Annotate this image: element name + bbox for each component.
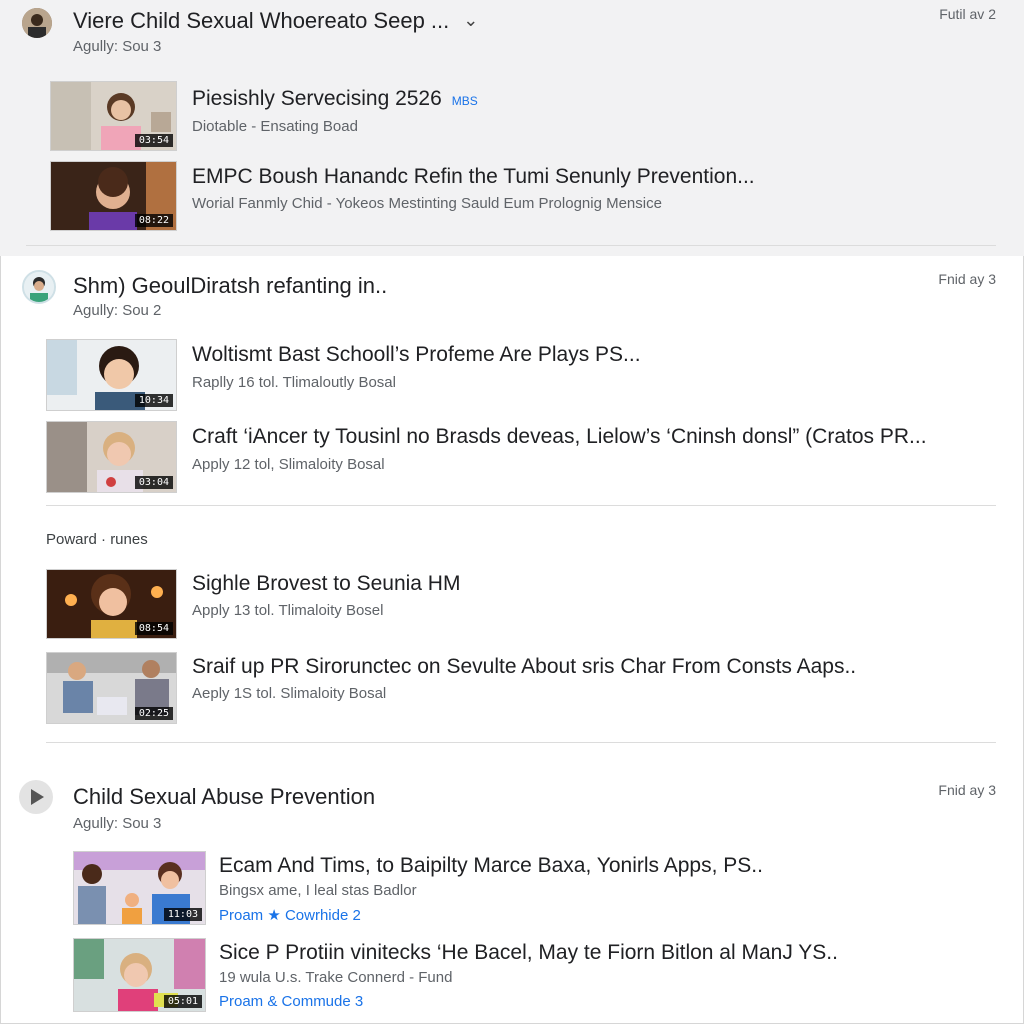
list-item[interactable]: 08:54 Sighle Brovest to Seunia HM Apply … (46, 569, 996, 641)
video-meta: Worial Fanmly Chid - Yokeos Mestinting S… (192, 195, 662, 212)
section-subtitle: Agully: Sou 3 (73, 815, 162, 832)
video-duration: 05:01 (163, 995, 202, 1008)
video-thumbnail[interactable]: 03:04 (46, 421, 177, 493)
video-badge: MBS (451, 94, 478, 108)
video-duration: 11:03 (163, 908, 202, 921)
divider (26, 245, 996, 246)
video-duration: 08:54 (134, 622, 173, 635)
video-thumbnail[interactable]: 11:03 (73, 851, 206, 925)
list-item[interactable]: 02:25 Sraif up PR Sirorunctec on Sevulte… (46, 652, 996, 724)
section-title-text: Viere Child Sexual Whoereato Seep ... (73, 8, 450, 33)
video-thumbnail[interactable]: 03:54 (50, 81, 177, 151)
list-item[interactable]: 10:34 Woltismt Bast Schooll’s Profeme Ar… (46, 339, 996, 411)
conversation-section-3: Child Sexual Abuse Prevention Agully: So… (0, 762, 1024, 1024)
list-item[interactable]: 03:54 Piesishly Servecising 2526 MBS Diot… (50, 81, 990, 153)
video-thumbnail[interactable]: 10:34 (46, 339, 177, 411)
video-duration: 02:25 (134, 707, 173, 720)
chevron-down-icon[interactable]: ⌄ (463, 10, 478, 31)
list-item[interactable]: 03:04 Craft ‘iAncer ty Tousinl no Brasds… (46, 421, 996, 493)
video-link[interactable]: Proam & Commude 3 (219, 993, 363, 1010)
section-date: Fnid ay 3 (938, 271, 996, 287)
video-meta: Apply 13 tol. Tlimaloity Bosel (192, 602, 384, 619)
section-title[interactable]: Viere Child Sexual Whoereato Seep ... ⌄ (73, 8, 478, 34)
section-subtitle: Agully: Sou 2 (73, 302, 162, 319)
video-duration: 03:54 (134, 134, 173, 147)
video-title[interactable]: Piesishly Servecising 2526 MBS (192, 87, 478, 111)
video-duration: 03:04 (134, 476, 173, 489)
video-meta: Raplly 16 tol. Tlimaloutly Bosal (192, 374, 396, 391)
video-link[interactable]: Proam ★ Cowrhide 2 (219, 906, 361, 924)
video-thumbnail[interactable]: 05:01 (73, 938, 206, 1012)
section-title[interactable]: Child Sexual Abuse Prevention (73, 784, 375, 810)
list-item[interactable]: 08:22 EMPC Boush Hanandc Refin the Tumi … (50, 161, 990, 233)
video-thumbnail[interactable]: 02:25 (46, 652, 177, 724)
channel-avatar[interactable] (22, 8, 52, 38)
divider (46, 742, 996, 743)
play-icon[interactable] (19, 780, 53, 814)
group-label: Poward · runes (46, 531, 148, 548)
list-item[interactable]: 11:03 Ecam And Tims, to Baipilty Marce B… (73, 851, 993, 925)
section-date: Fnid ay 3 (938, 782, 996, 798)
video-meta: Apply 12 tol, Slimaloity Bosal (192, 456, 385, 473)
section-subtitle: Agully: Sou 3 (73, 38, 162, 55)
video-title[interactable]: Sighle Brovest to Seunia HM (192, 572, 460, 596)
conversation-section-2: Shm) GeoulDiratsh refanting in.. Agully:… (0, 256, 1024, 746)
video-meta: Bingsx ame, I leal stas Badlor (219, 882, 417, 899)
list-item[interactable]: 05:01 Sice P Protiin vinitecks ‘He Bacel… (73, 938, 993, 1012)
video-thumbnail[interactable]: 08:54 (46, 569, 177, 639)
video-title[interactable]: Sice P Protiin vinitecks ‘He Bacel, May … (219, 941, 838, 965)
conversation-section-1: Viere Child Sexual Whoereato Seep ... ⌄ A… (0, 0, 1024, 256)
video-title[interactable]: Woltismt Bast Schooll’s Profeme Are Play… (192, 343, 641, 367)
video-meta: Diotable - Ensating Boad (192, 118, 358, 135)
section-date: Futil av 2 (939, 6, 996, 22)
divider (46, 505, 996, 506)
video-duration: 10:34 (134, 394, 173, 407)
section-title[interactable]: Shm) GeoulDiratsh refanting in.. (73, 273, 387, 299)
video-title-text: Piesishly Servecising 2526 (192, 87, 442, 110)
video-thumbnail[interactable]: 08:22 (50, 161, 177, 231)
video-title[interactable]: Craft ‘iAncer ty Tousinl no Brasds devea… (192, 425, 927, 449)
video-meta: Aeply 1S tol. Slimaloity Bosal (192, 685, 387, 702)
video-meta: 19 wula U.s. Trake Connerd - Fund (219, 969, 453, 986)
video-duration: 08:22 (134, 214, 173, 227)
video-title[interactable]: Sraif up PR Sirorunctec on Sevulte About… (192, 655, 856, 679)
channel-avatar[interactable] (22, 270, 56, 304)
video-title[interactable]: Ecam And Tims, to Baipilty Marce Baxa, Y… (219, 854, 763, 878)
video-title[interactable]: EMPC Boush Hanandc Refin the Tumi Senunl… (192, 165, 755, 189)
